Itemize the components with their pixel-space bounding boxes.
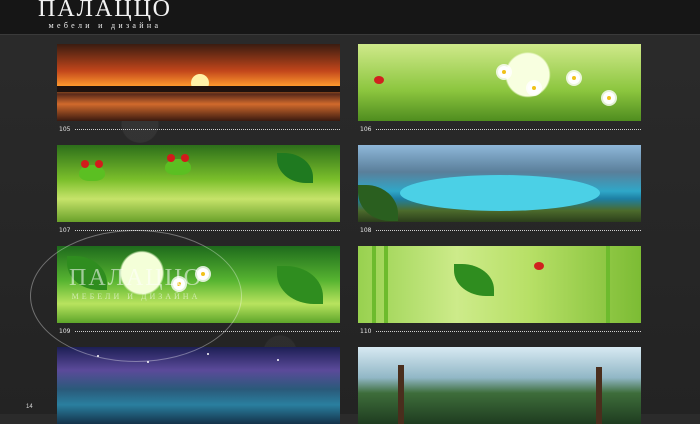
- bamboo-stalk-shape: [606, 246, 610, 323]
- palm-trunk-shape: [596, 367, 602, 424]
- tiger-lagoon-photo: [358, 145, 641, 222]
- flower-shape: [568, 72, 580, 84]
- dotted-line: [75, 129, 340, 130]
- star-shape: [207, 353, 209, 355]
- leaf-shape: [454, 264, 494, 296]
- bamboo-leaf-photo: [358, 246, 641, 323]
- tile-caption: 108: [358, 224, 641, 236]
- palms-rocks-photo: [358, 347, 641, 424]
- flower-shape: [528, 82, 540, 94]
- logo-name: ПАЛАЦЦО: [38, 0, 172, 22]
- star-shape: [277, 359, 279, 361]
- lake-shape: [400, 175, 600, 211]
- logo-tagline: мебели и дизайна: [48, 21, 162, 30]
- tile-number: 105: [59, 126, 71, 133]
- page-number: 14: [26, 404, 33, 410]
- bamboo-stalk-shape: [372, 246, 376, 323]
- tile-number: 107: [59, 227, 71, 234]
- tile-caption: 105: [57, 123, 340, 135]
- frog-shape: [79, 160, 105, 181]
- frog-shape: [165, 154, 191, 175]
- bamboo-stalk-shape: [384, 246, 388, 323]
- tile-number: 106: [360, 126, 372, 133]
- horizon-shape: [57, 86, 340, 92]
- night-river-photo: [57, 347, 340, 424]
- header-bar: ПАЛАЦЦО мебели и дизайна: [0, 0, 700, 35]
- daisies-ladybug-photo: [358, 44, 641, 121]
- dotted-line: [376, 230, 641, 231]
- ladybug-shape: [374, 76, 384, 84]
- dotted-line: [376, 331, 641, 332]
- leaf-shape: [358, 185, 398, 221]
- flower-shape: [498, 66, 510, 78]
- tile-caption: 110: [358, 325, 641, 337]
- tile-number: 108: [360, 227, 372, 234]
- ladybug-shape: [534, 262, 544, 270]
- sunset-lighthouse-photo: [57, 44, 340, 121]
- watermark-logo: ПАЛАЦЦО МЕБЕЛИ И ДИЗАЙНА: [30, 230, 242, 362]
- flower-shape: [603, 92, 615, 104]
- leaf-shape: [277, 266, 323, 304]
- tile-caption: 106: [358, 123, 641, 135]
- tile-number: 110: [360, 328, 372, 335]
- palm-trunk-shape: [398, 365, 404, 424]
- watermark-name: ПАЛАЦЦО: [69, 265, 203, 291]
- frogs-parrot-photo: [57, 145, 340, 222]
- dotted-line: [376, 129, 641, 130]
- logo[interactable]: ПАЛАЦЦО мебели и дизайна: [38, 0, 172, 30]
- leaf-shape: [277, 153, 313, 183]
- watermark-tagline: МЕБЕЛИ И ДИЗАЙНА: [71, 292, 201, 301]
